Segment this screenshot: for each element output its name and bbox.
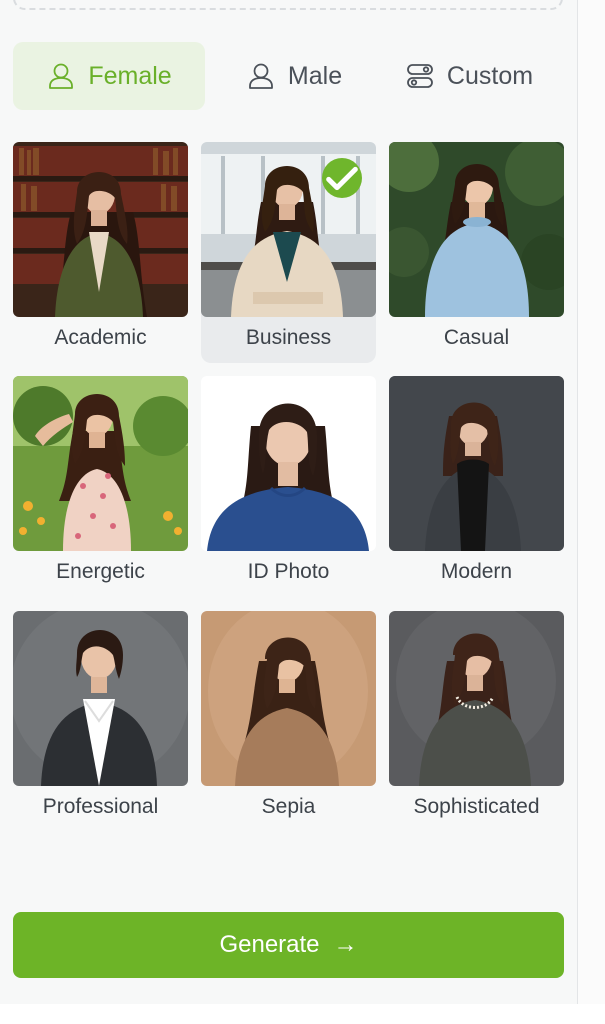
style-card-academic[interactable]: Academic [13, 142, 188, 363]
generate-label: Generate [219, 931, 320, 958]
energetic-portrait-image [13, 376, 188, 551]
style-card-modern[interactable]: Modern [389, 376, 564, 597]
sepia-portrait-image [201, 611, 376, 786]
tab-female-label: Female [88, 61, 172, 90]
business-portrait-image [201, 142, 376, 317]
tab-male[interactable]: Male [219, 42, 369, 110]
style-label: Business [245, 326, 332, 349]
tab-custom-label: Custom [446, 61, 534, 90]
style-card-professional[interactable]: Professional [13, 611, 188, 832]
gender-tabs: Female Male Custom [13, 42, 563, 110]
casual-portrait-image [389, 142, 564, 317]
selected-check-icon [322, 158, 362, 198]
tab-female[interactable]: Female [13, 42, 205, 110]
toggle-settings-icon [407, 64, 433, 88]
style-label: Casual [443, 326, 510, 349]
tab-custom[interactable]: Custom [385, 42, 553, 110]
style-label: Modern [440, 560, 513, 583]
id-photo-portrait-image [201, 376, 376, 551]
style-card-energetic[interactable]: Energetic [13, 376, 188, 597]
style-card-casual[interactable]: Casual [389, 142, 564, 363]
style-card-sophisticated[interactable]: Sophisticated [389, 611, 564, 832]
modern-portrait-image [389, 376, 564, 551]
style-label: Academic [54, 326, 147, 349]
right-gutter [578, 0, 605, 1004]
sophisticated-portrait-image [389, 611, 564, 786]
person-icon [249, 63, 273, 89]
style-label: Sepia [261, 795, 316, 818]
tab-male-label: Male [287, 61, 343, 90]
generate-button[interactable]: Generate → [13, 912, 564, 978]
style-card-business[interactable]: Business [201, 142, 376, 363]
style-label: ID Photo [247, 560, 330, 583]
style-card-id-photo[interactable]: ID Photo [201, 376, 376, 597]
style-label: Professional [42, 795, 159, 818]
arrow-right-icon: → [333, 931, 358, 958]
upload-dropzone-edge[interactable] [13, 0, 563, 10]
style-panel: Female Male Custom Academic Business Cas… [0, 0, 577, 1004]
style-label: Energetic [56, 560, 145, 583]
style-label: Sophisticated [413, 795, 540, 818]
academic-portrait-image [13, 142, 188, 317]
bottom-strip [0, 1004, 605, 1024]
person-icon [49, 63, 74, 89]
style-card-sepia[interactable]: Sepia [201, 611, 376, 832]
professional-portrait-image [13, 611, 188, 786]
